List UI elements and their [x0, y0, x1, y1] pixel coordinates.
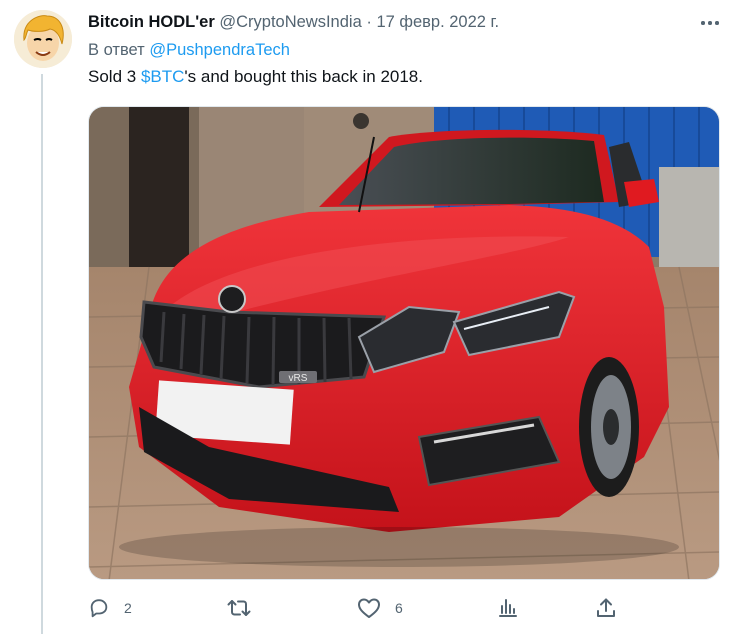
cashtag-link[interactable]: $BTC — [141, 67, 184, 86]
share-button[interactable] — [595, 594, 617, 622]
reply-button[interactable]: 2 — [88, 594, 132, 622]
avatar[interactable] — [14, 10, 72, 68]
tweet-text-end: 's and bought this back in 2018. — [184, 67, 423, 86]
tweet-date[interactable]: 17 февр. 2022 г. — [376, 13, 499, 31]
display-name[interactable]: Bitcoin HODL'er — [88, 13, 215, 31]
replying-to: В ответ @PushpendraTech — [88, 39, 290, 61]
like-button[interactable]: 6 — [357, 594, 403, 622]
retweet-icon — [227, 597, 251, 619]
user-handle[interactable]: @CryptoNewsIndia — [219, 13, 361, 31]
tweet-header: Bitcoin HODL'er @CryptoNewsIndia · 17 фе… — [88, 11, 688, 35]
action-bar: 2 6 — [88, 594, 728, 622]
replying-to-label: В ответ — [88, 41, 145, 59]
separator-dot: · — [366, 13, 372, 31]
avatar-image — [14, 10, 72, 68]
tweet-text: Sold 3 $BTC's and bought this back in 20… — [88, 66, 423, 88]
grille-badge: vRS — [289, 373, 308, 384]
tweet: Bitcoin HODL'er @CryptoNewsIndia · 17 фе… — [0, 0, 739, 634]
analytics-icon — [497, 597, 519, 619]
car-photo: vRS — [89, 107, 719, 579]
tweet-text-start: Sold 3 — [88, 67, 141, 86]
analytics-button[interactable] — [497, 594, 519, 622]
tweet-photo[interactable]: vRS — [88, 106, 720, 580]
more-icon[interactable] — [696, 12, 724, 34]
retweet-button[interactable] — [227, 594, 265, 622]
reply-count: 2 — [124, 600, 132, 616]
share-icon — [595, 597, 617, 619]
reply-icon — [88, 597, 110, 619]
thread-line — [41, 74, 43, 634]
like-icon — [357, 597, 381, 619]
like-count: 6 — [395, 600, 403, 616]
replying-to-handle[interactable]: @PushpendraTech — [149, 41, 290, 59]
